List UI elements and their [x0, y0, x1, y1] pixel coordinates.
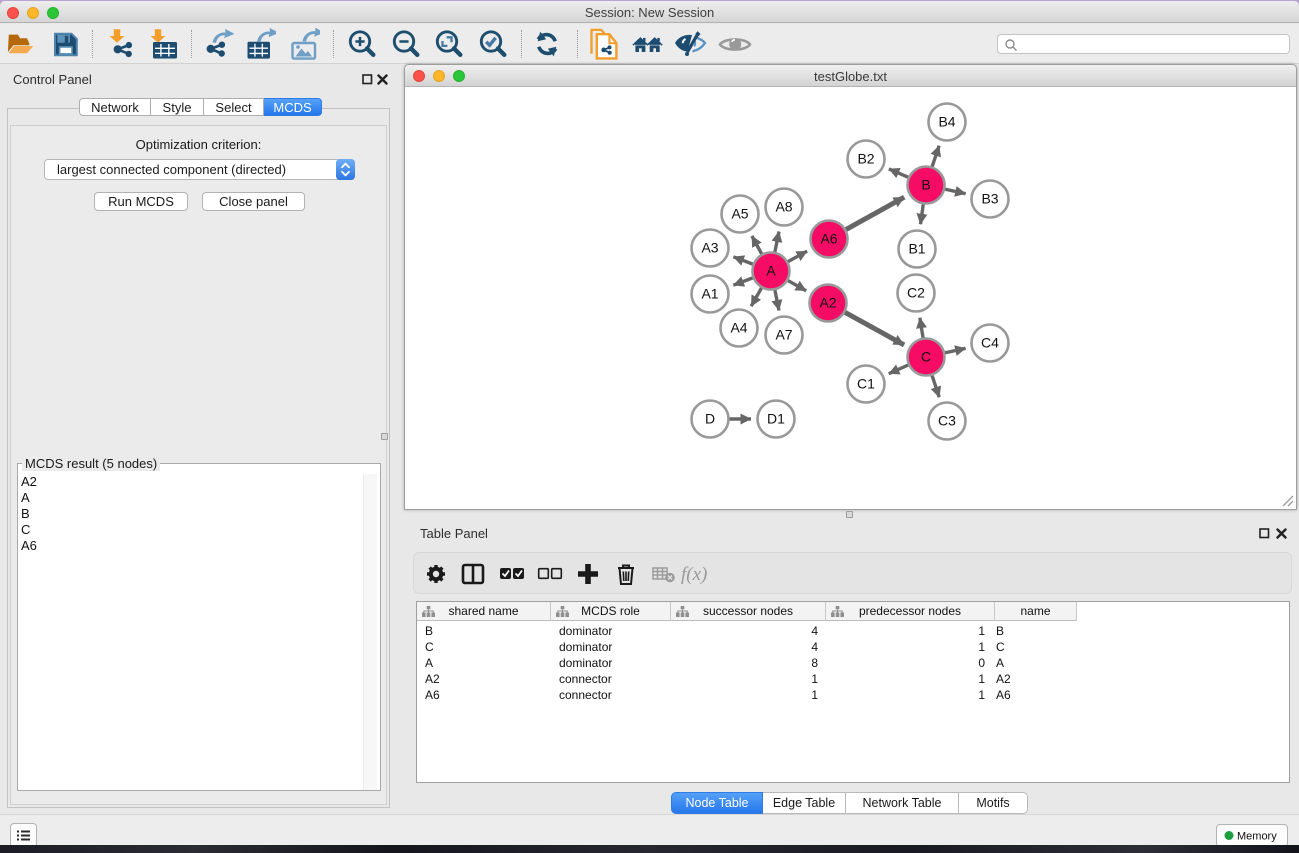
svg-text:B1: B1 — [908, 241, 925, 257]
svg-text:A3: A3 — [701, 240, 718, 256]
svg-text:A: A — [766, 263, 776, 279]
svg-text:B2: B2 — [857, 151, 874, 167]
svg-text:A7: A7 — [775, 327, 792, 343]
svg-text:D: D — [705, 411, 715, 427]
svg-text:C: C — [921, 349, 931, 365]
svg-text:C2: C2 — [907, 285, 925, 301]
svg-text:C1: C1 — [857, 376, 875, 392]
svg-text:C3: C3 — [938, 413, 956, 429]
svg-text:B: B — [921, 177, 930, 193]
svg-text:A4: A4 — [730, 320, 747, 336]
svg-text:C4: C4 — [981, 335, 999, 351]
svg-text:A6: A6 — [820, 231, 837, 247]
svg-text:A8: A8 — [775, 199, 792, 215]
svg-text:B4: B4 — [938, 114, 955, 130]
svg-text:B3: B3 — [981, 191, 998, 207]
svg-text:f(x): f(x) — [681, 564, 707, 585]
svg-text:Memory: Memory — [1237, 831, 1277, 843]
svg-text:A1: A1 — [701, 286, 718, 302]
svg-text:D1: D1 — [767, 411, 785, 427]
svg-text:A2: A2 — [819, 295, 836, 311]
svg-text:A5: A5 — [731, 206, 748, 222]
